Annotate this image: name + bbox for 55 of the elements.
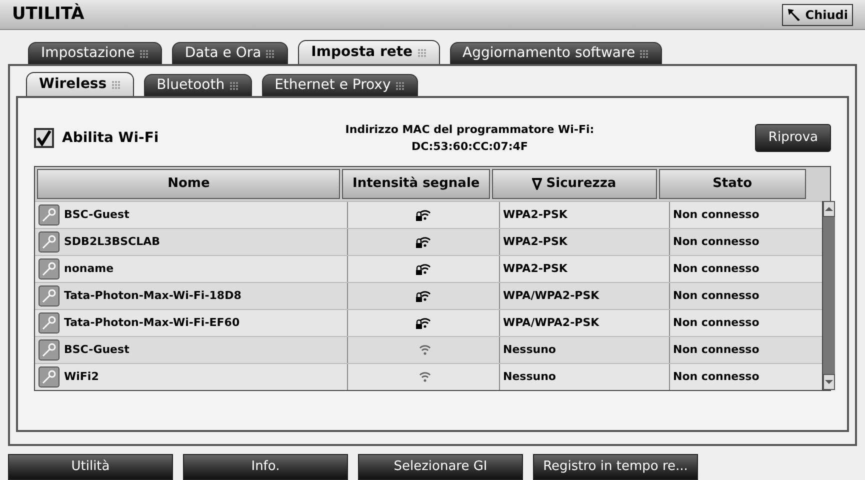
tab[interactable]: Bluetooth [144, 74, 252, 96]
network-name: Tata-Photon-Max-Wi-Fi-18D8 [64, 288, 242, 304]
network-name: WiFi2 [64, 368, 99, 385]
checkbox-label: Abilita Wi-Fi [62, 128, 159, 148]
tab[interactable]: Imposta rete [298, 40, 440, 64]
close-button[interactable]: Chiudi [782, 4, 853, 26]
security-type: WPA2-PSK [503, 234, 568, 250]
grip-icon [265, 48, 276, 58]
tab[interactable]: Aggiornamento software [450, 42, 662, 64]
tab[interactable]: Wireless [26, 72, 134, 96]
security-type: Nessuno [503, 342, 556, 358]
nav-button[interactable]: Registro in tempo re... [533, 454, 698, 480]
connection-status: Non connesso [673, 368, 760, 385]
connection-status: Non connesso [673, 342, 760, 358]
network-name: noname [64, 260, 114, 277]
column-header[interactable]: Stato [658, 169, 806, 199]
mac-address-value: DC:53:60:CC:07:4F [411, 139, 528, 155]
nav-button[interactable]: Utilità [8, 454, 173, 480]
tab[interactable]: Impostazione [28, 42, 162, 64]
network-name: BSC-Guest [64, 206, 130, 223]
connection-status: Non connesso [673, 314, 760, 331]
column-header[interactable]: Sicurezza [492, 169, 657, 199]
grip-icon [416, 48, 427, 58]
mac-address-label: Indirizzo MAC del programmatore Wi-Fi: [345, 122, 594, 138]
cursor-arrow-icon [787, 8, 802, 22]
network-name: SDB2L3BSCLAB [64, 234, 160, 250]
network-name: Tata-Photon-Max-Wi-Fi-EF60 [64, 314, 240, 331]
connection-status: Non connesso [673, 234, 760, 250]
security-type: Nessuno [503, 368, 556, 385]
nav-button[interactable]: Info. [183, 454, 348, 480]
sort-descending-icon [532, 178, 542, 190]
tab[interactable]: Data e Ora [172, 42, 288, 64]
security-type: WPA/WPA2-PSK [503, 314, 600, 331]
connection-status: Non connesso [673, 288, 760, 304]
retry-button[interactable]: Riprova [755, 124, 831, 152]
security-type: WPA/WPA2-PSK [503, 288, 600, 304]
tab[interactable]: Ethernet e Proxy [262, 74, 418, 96]
column-header[interactable]: Intensità segnale [342, 169, 490, 199]
scroll-down-icon[interactable] [823, 374, 835, 390]
grip-icon [228, 80, 239, 90]
nav-button[interactable]: Selezionare GI [358, 454, 523, 480]
network-name: BSC-Guest [64, 342, 130, 358]
scroll-up-icon[interactable] [823, 201, 835, 217]
connection-status: Non connesso [673, 260, 760, 277]
grip-icon [639, 48, 650, 58]
column-header[interactable]: Nome [37, 169, 340, 199]
connection-status: Non connesso [673, 206, 760, 223]
scrollbar[interactable] [822, 201, 835, 390]
grip-icon [394, 80, 405, 90]
checkbox[interactable] [34, 128, 54, 148]
security-type: WPA2-PSK [503, 206, 568, 223]
grip-icon [110, 80, 121, 90]
window-title: UTILITÀ [12, 2, 84, 26]
security-type: WPA2-PSK [503, 260, 568, 277]
grip-icon [138, 48, 149, 58]
